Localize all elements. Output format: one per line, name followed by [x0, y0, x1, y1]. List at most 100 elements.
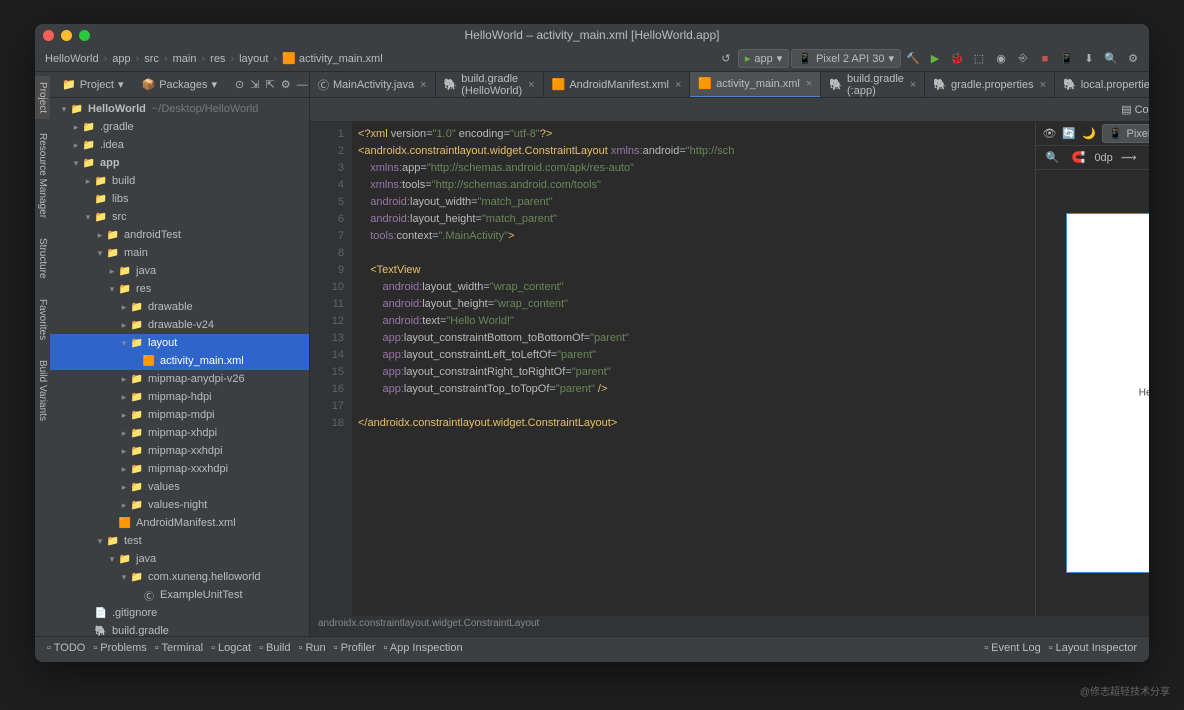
- project-view-dropdown[interactable]: 📁 Project ▾: [56, 76, 129, 93]
- breadcrumb-5[interactable]: layout: [235, 51, 272, 67]
- inspector-icon[interactable]: ☺: [1121, 658, 1141, 662]
- left-tab-favorites[interactable]: Favorites: [35, 293, 50, 346]
- settings-icon[interactable]: ⚙: [1123, 49, 1143, 69]
- editor-tab[interactable]: 🐘build.gradle (:app)×: [821, 72, 925, 98]
- tree-node[interactable]: ▸📁values: [50, 478, 309, 496]
- tree-node[interactable]: ▸📁.gradle: [50, 118, 309, 136]
- tree-node[interactable]: 🟧activity_main.xml: [50, 352, 309, 370]
- bottom-tab-build[interactable]: ▫ Build: [255, 640, 294, 656]
- tree-node[interactable]: ▾📁app: [50, 154, 309, 172]
- device-dropdown[interactable]: 📱Pixel 2 API 30▾: [791, 49, 901, 68]
- locate-icon[interactable]: ⊙: [235, 75, 244, 95]
- tree-node[interactable]: ▸📁drawable-v24: [50, 316, 309, 334]
- close-tab-icon[interactable]: ×: [910, 79, 916, 91]
- magnet-icon[interactable]: 🧲: [1068, 148, 1088, 168]
- preview-device-dropdown[interactable]: 📱Pixel▾: [1102, 124, 1149, 143]
- tree-node[interactable]: ▾📁java: [50, 550, 309, 568]
- bottom-tab-event-log[interactable]: ▫ Event Log: [980, 640, 1045, 656]
- bottom-tab-app-inspection[interactable]: ▫ App Inspection: [379, 640, 466, 656]
- bottom-tab-problems[interactable]: ▫ Problems: [89, 640, 150, 656]
- close-tab-icon[interactable]: ×: [1040, 79, 1046, 91]
- left-tab-project[interactable]: Project: [35, 76, 50, 119]
- sdk-icon[interactable]: ⬇: [1079, 49, 1099, 69]
- maximize-window[interactable]: [79, 30, 90, 41]
- tree-node[interactable]: ▸📁mipmap-xxxhdpi: [50, 460, 309, 478]
- editor-tab[interactable]: 🐘local.properties×: [1055, 72, 1149, 98]
- tree-node[interactable]: ▾📁src: [50, 208, 309, 226]
- bottom-tab-run[interactable]: ▫ Run: [295, 640, 330, 656]
- tree-node[interactable]: ▾📁res: [50, 280, 309, 298]
- close-tab-icon[interactable]: ×: [675, 79, 681, 91]
- editor-tab[interactable]: 🟧activity_main.xml×: [690, 72, 821, 98]
- run-icon[interactable]: ▶: [925, 49, 945, 69]
- close-tab-icon[interactable]: ×: [806, 78, 812, 90]
- bottom-tab-terminal[interactable]: ▫ Terminal: [151, 640, 207, 656]
- left-tab-resource-manager[interactable]: Resource Manager: [35, 127, 50, 224]
- collapse-icon[interactable]: ⇱: [265, 75, 274, 95]
- device-frame[interactable]: Hello World!: [1066, 213, 1149, 573]
- minimize-window[interactable]: [61, 30, 72, 41]
- left-tab-build-variants[interactable]: Build Variants: [35, 354, 50, 427]
- night-icon[interactable]: 🌙: [1082, 124, 1096, 144]
- gear-icon[interactable]: ⚙: [281, 75, 291, 95]
- tree-node[interactable]: 🟧AndroidManifest.xml: [50, 514, 309, 532]
- breadcrumb-4[interactable]: res: [206, 51, 229, 67]
- tree-node[interactable]: ▸📁values-night: [50, 496, 309, 514]
- coverage-icon[interactable]: ⬚: [969, 49, 989, 69]
- tree-node[interactable]: ▸📁mipmap-xxhdpi: [50, 442, 309, 460]
- bottom-tab-profiler[interactable]: ▫ Profiler: [330, 640, 380, 656]
- breadcrumb-1[interactable]: app: [108, 51, 134, 67]
- breadcrumb-0[interactable]: HelloWorld: [41, 51, 103, 67]
- wand-icon[interactable]: ✨: [1145, 148, 1149, 168]
- left-tab-structure[interactable]: Structure: [35, 232, 50, 285]
- avd-icon[interactable]: 📱: [1057, 49, 1077, 69]
- editor-tab[interactable]: 🐘gradle.properties×: [925, 72, 1055, 98]
- tree-node[interactable]: ▸📁build: [50, 172, 309, 190]
- tree-node[interactable]: 📄.gitignore: [50, 604, 309, 622]
- tree-node[interactable]: ▾📁main: [50, 244, 309, 262]
- editor-tab[interactable]: 🟧AndroidManifest.xml×: [544, 72, 691, 98]
- build-icon[interactable]: 🔨: [903, 49, 923, 69]
- breadcrumb-2[interactable]: src: [140, 51, 163, 67]
- bottom-tab-layout-inspector[interactable]: ▫ Layout Inspector: [1045, 640, 1141, 656]
- hide-icon[interactable]: —: [297, 75, 308, 95]
- tree-node[interactable]: ▸📁drawable: [50, 298, 309, 316]
- code-editor[interactable]: <?xml version="1.0" encoding="utf-8"?> <…: [352, 122, 1035, 616]
- tree-node[interactable]: ▸📁mipmap-anydpi-v26: [50, 370, 309, 388]
- run-config-dropdown[interactable]: ▸app▾: [738, 49, 789, 68]
- packages-view-dropdown[interactable]: 📦 Packages ▾: [135, 76, 223, 93]
- bottom-tab-logcat[interactable]: ▫ Logcat: [207, 640, 255, 656]
- eye-icon[interactable]: 👁: [1042, 124, 1056, 144]
- editor-breadcrumb[interactable]: androidx.constraintlayout.widget.Constra…: [310, 616, 1149, 636]
- tree-node[interactable]: ▸📁mipmap-mdpi: [50, 406, 309, 424]
- zoom-icon[interactable]: 🔍: [1042, 148, 1062, 168]
- tree-node[interactable]: ▸📁mipmap-hdpi: [50, 388, 309, 406]
- debug-icon[interactable]: 🐞: [947, 49, 967, 69]
- route-icon[interactable]: ⟿: [1119, 148, 1139, 168]
- tree-node[interactable]: ▸📁.idea: [50, 136, 309, 154]
- stop-icon[interactable]: ■: [1035, 49, 1055, 69]
- close-window[interactable]: [43, 30, 54, 41]
- close-tab-icon[interactable]: ×: [420, 79, 426, 91]
- tree-node[interactable]: ▾📁layout: [50, 334, 309, 352]
- orientation-icon[interactable]: 🔄: [1062, 124, 1076, 144]
- breadcrumb-3[interactable]: main: [169, 51, 201, 67]
- tree-node[interactable]: ▾📁HelloWorld~/Desktop/HelloWorld: [50, 100, 309, 118]
- tree-node[interactable]: 📁libs: [50, 190, 309, 208]
- tree-node[interactable]: ⒸExampleUnitTest: [50, 586, 309, 604]
- expand-icon[interactable]: ⇲: [250, 75, 259, 95]
- search-icon[interactable]: 🔍: [1101, 49, 1121, 69]
- sync-icon[interactable]: ↺: [716, 49, 736, 69]
- close-tab-icon[interactable]: ×: [528, 79, 534, 91]
- profile-icon[interactable]: ◉: [991, 49, 1011, 69]
- tree-node[interactable]: ▸📁java: [50, 262, 309, 280]
- code-view-button[interactable]: ▤ Code: [1115, 101, 1149, 118]
- breadcrumb-6[interactable]: 🟧 activity_main.xml: [278, 51, 387, 67]
- editor-tab[interactable]: 🐘build.gradle (HelloWorld)×: [436, 72, 544, 98]
- tree-node[interactable]: ▸📁androidTest: [50, 226, 309, 244]
- attach-icon[interactable]: ⎆: [1013, 49, 1033, 69]
- tree-node[interactable]: ▾📁com.xuneng.helloworld: [50, 568, 309, 586]
- lock-icon[interactable]: 🔒: [1101, 658, 1121, 662]
- editor-tab[interactable]: ⒸMainActivity.java×: [310, 72, 436, 98]
- tree-node[interactable]: ▾📁test: [50, 532, 309, 550]
